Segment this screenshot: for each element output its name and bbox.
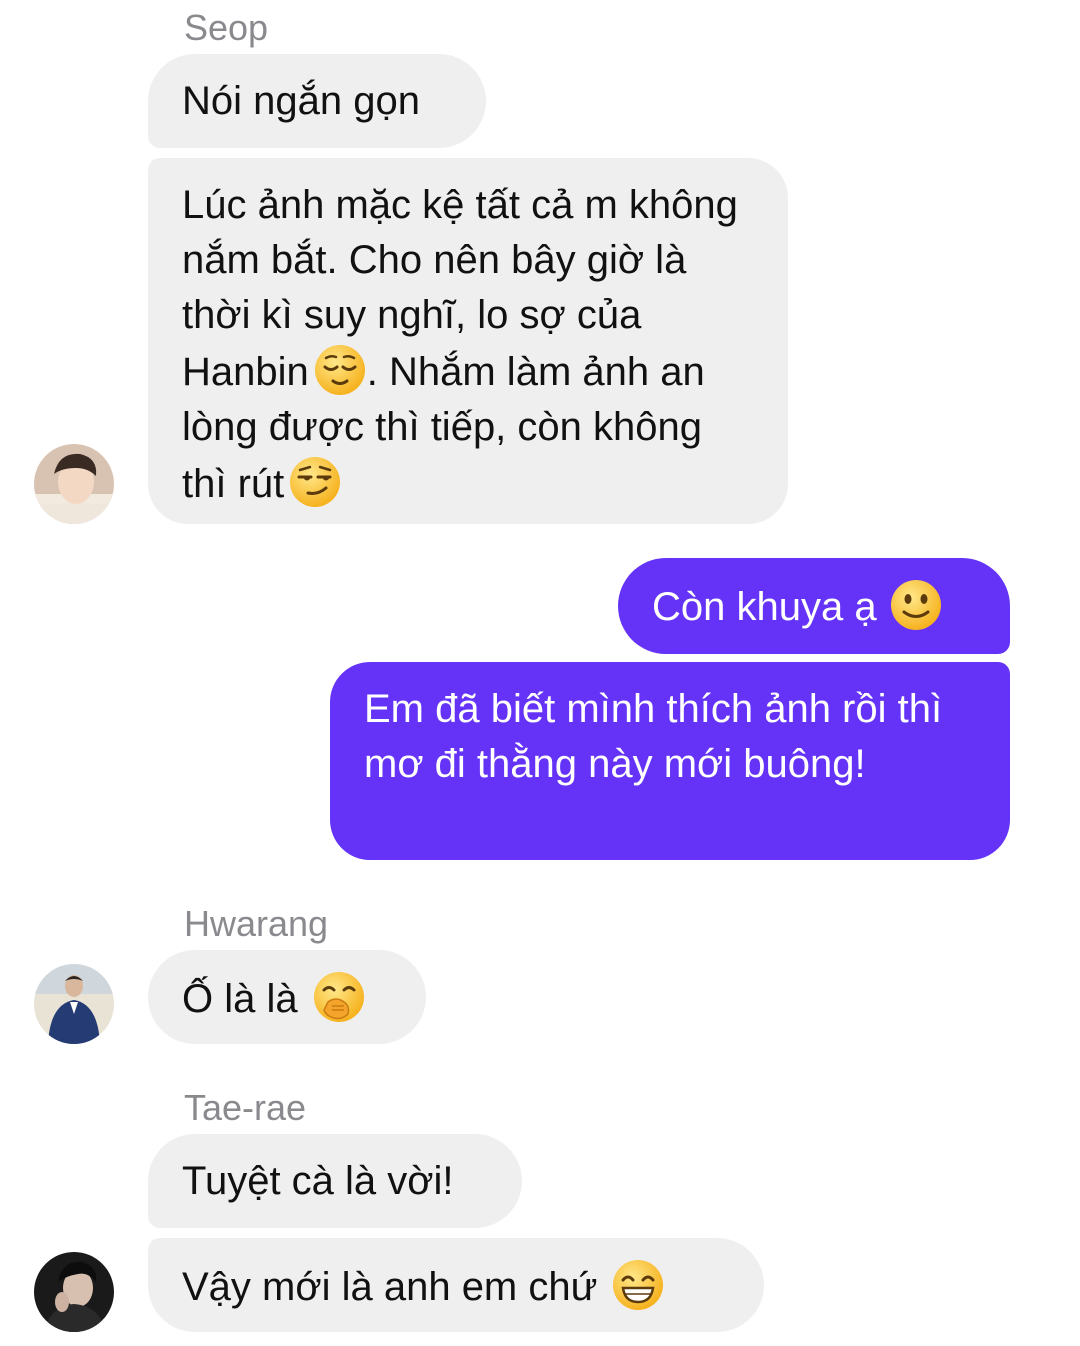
avatar-image (34, 444, 114, 524)
smirking-face-emoji (290, 457, 341, 507)
message-text: Vậy mới là anh em chứ (182, 1265, 598, 1309)
avatar-hwarang[interactable] (34, 964, 114, 1044)
message-bubble-outgoing[interactable]: Còn khuya ạ (618, 558, 1010, 654)
grinning-face-with-smiling-eyes-emoji (613, 1260, 664, 1310)
face-with-hand-over-mouth-emoji (313, 972, 364, 1022)
message-bubble[interactable]: Vậy mới là anh em chứ (148, 1238, 764, 1332)
avatar-tae-rae[interactable] (34, 1252, 114, 1332)
avatar-image (34, 964, 114, 1044)
relieved-face-emoji (314, 345, 365, 395)
avatar-image (34, 1252, 114, 1332)
message-bubble[interactable]: Ố là là (148, 950, 426, 1044)
slightly-smiling-face-emoji (890, 580, 941, 630)
sender-name-seop: Seop (184, 7, 269, 48)
message-bubble[interactable]: Lúc ảnh mặc kệ tất cả m không nắm bắt. C… (148, 158, 788, 524)
avatar-seop[interactable] (34, 444, 114, 524)
message-text: Tuyệt cà là vời! (182, 1159, 454, 1203)
message-text: Em đã biết mình thích ảnh rồi thì mơ đi … (364, 687, 943, 786)
message-bubble[interactable]: Nói ngắn gọn (148, 54, 486, 148)
sender-name-tae-rae: Tae-rae (184, 1087, 307, 1128)
message-bubble[interactable]: Tuyệt cà là vời! (148, 1134, 522, 1228)
message-text: Còn khuya ạ (652, 585, 877, 629)
sender-name-hwarang: Hwarang (184, 903, 329, 944)
message-bubble-outgoing[interactable]: Em đã biết mình thích ảnh rồi thì mơ đi … (330, 662, 1010, 860)
message-text: Ố là là (182, 977, 298, 1021)
message-text: Nói ngắn gọn (182, 79, 420, 123)
